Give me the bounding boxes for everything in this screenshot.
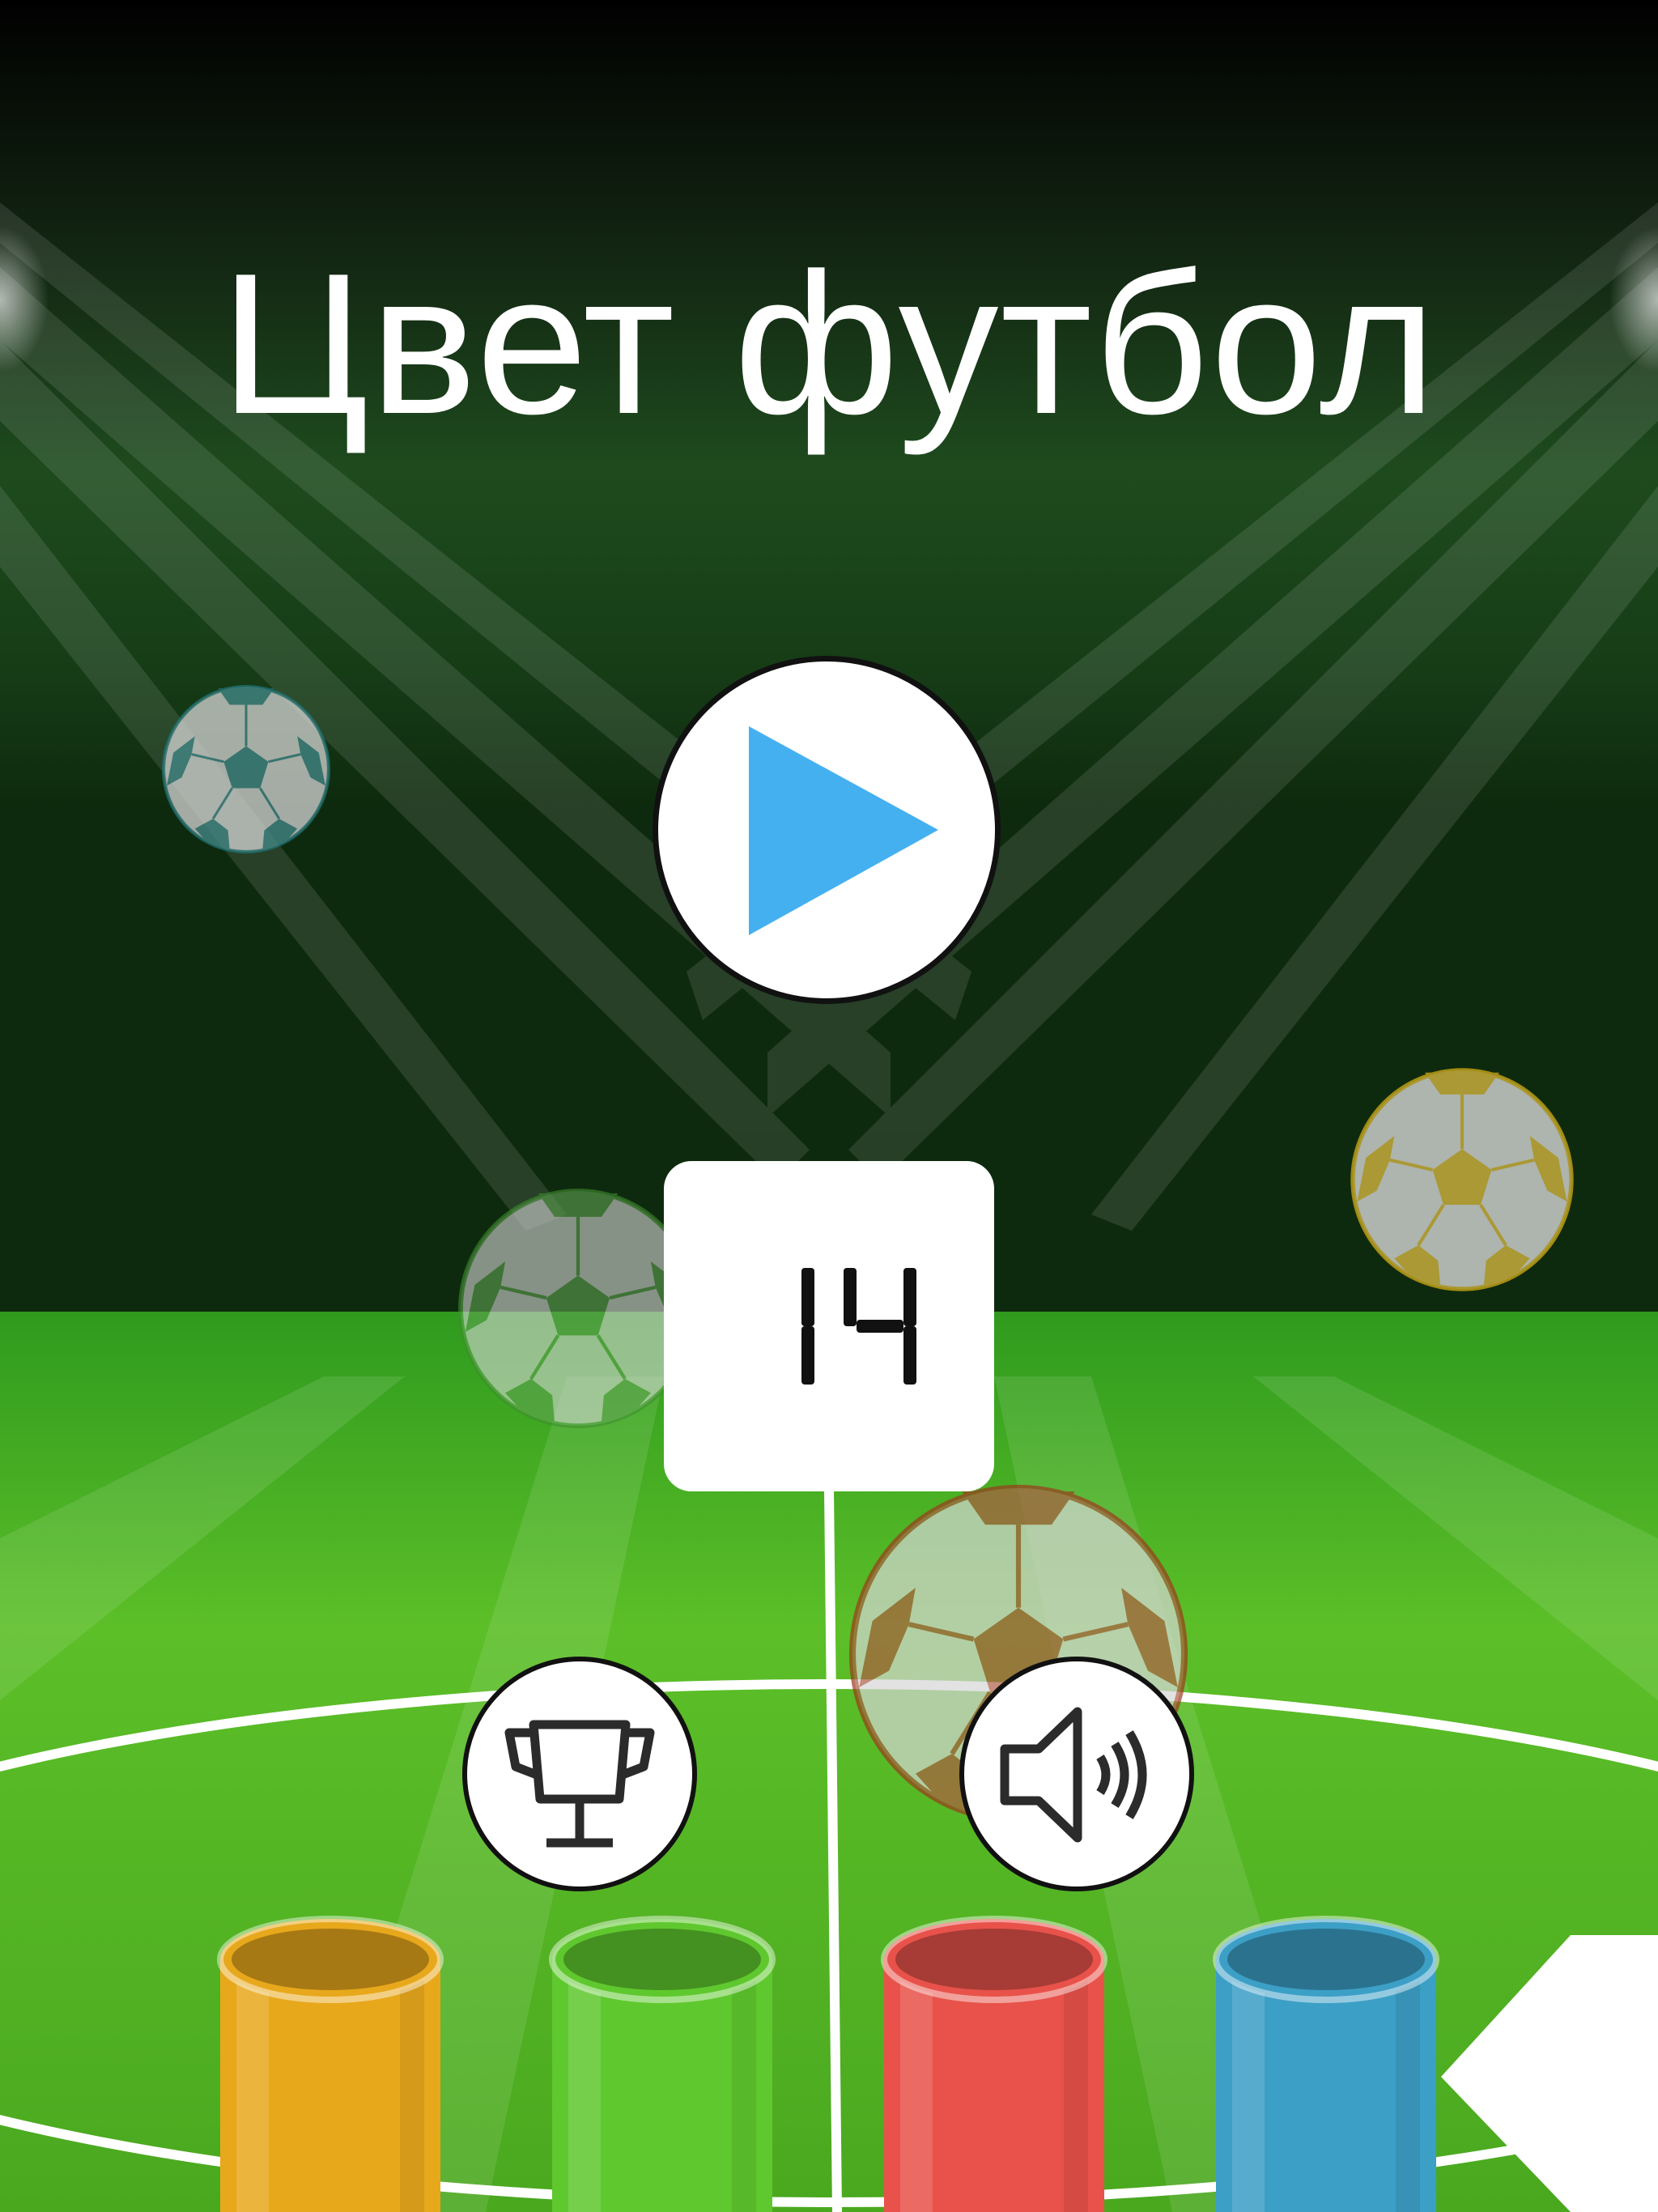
leaderboard-button[interactable] [462,1657,697,1891]
score-digit-segment [903,1268,916,1326]
sound-toggle-button[interactable] [959,1657,1194,1891]
game-title: Цвет футбол [219,231,1439,456]
red-tube [881,1916,1107,2212]
play-icon [749,726,938,935]
score-digit-segment [903,1326,916,1385]
score-digit-segment [801,1268,814,1326]
yellow-tube [217,1916,444,2212]
score-digit-segment [857,1320,903,1333]
score-display: 14 [801,1268,916,1385]
score-digit-segment [801,1326,814,1385]
green-ball [458,1189,698,1428]
play-button[interactable] [653,656,1001,1004]
blue-tube [1213,1916,1439,2212]
score-digit-segment [844,1268,857,1326]
trophy-icon [504,1720,655,1848]
green-tube [549,1916,776,2212]
teal-ball [161,684,331,854]
speaker-icon [1000,1707,1147,1843]
score-value: 14 [824,1349,834,1358]
yellow-ball [1350,1068,1574,1291]
best-score-card: 14 [664,1161,994,1491]
